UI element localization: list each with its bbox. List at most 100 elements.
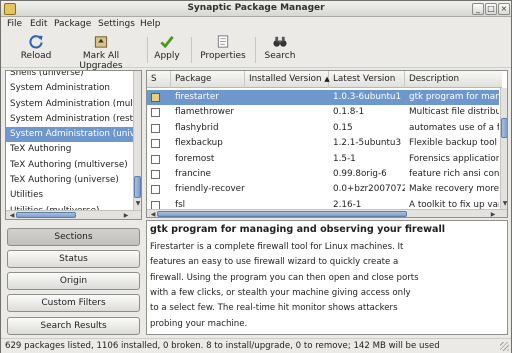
description-title: gtk program for managing and observing y… — [150, 224, 446, 235]
package-vertical-scrollbar[interactable]: ▼ — [500, 88, 507, 210]
scroll-right-arrow-icon[interactable]: ▶ — [121, 212, 131, 219]
toolbar: Reload Mark All Upgrades Apply Propertie… — [1, 32, 511, 71]
package-row[interactable]: firestarter 1.0.3-6ubuntu1 gtk program for… — [147, 90, 499, 106]
title-bar: Synaptic Package Manager _ □ × — [1, 1, 511, 17]
binoculars-icon — [273, 36, 287, 47]
package-row[interactable]: foremost 1.5-1 Forensics application to re… — [147, 152, 499, 167]
description-line: Firestarter is a complete firewall tool … — [150, 242, 404, 252]
sections-list: Shells (universe) System Administration Sy… — [5, 70, 142, 220]
scrollbar-thumb[interactable] — [16, 212, 76, 218]
package-cell-description: feature rich ansi console — [409, 169, 499, 179]
package-list-header: S Package Installed Version ▲ Latest Ver… — [147, 71, 502, 88]
description-line: to a select few. The real-time hit monit… — [150, 303, 398, 314]
sections-filter-button[interactable]: Sections — [7, 228, 140, 246]
menu-file[interactable]: File — [7, 19, 22, 29]
scroll-down-arrow-icon[interactable]: ▼ — [500, 200, 507, 207]
package-description: gtk program for managing and observing y… — [146, 220, 508, 335]
scroll-right-arrow-icon[interactable]: ▶ — [488, 211, 498, 217]
package-row[interactable]: flexbackup 1.2.1-5ubuntu3 Flexible backup … — [147, 136, 499, 151]
mark-all-upgrades-button[interactable]: Mark All Upgrades — [61, 34, 141, 71]
package-cell-latest: 0.15 — [333, 122, 353, 133]
checkmark-icon — [160, 35, 174, 49]
package-cell-description: Multicast file distribution utility — [409, 107, 499, 118]
package-cell-description: Forensics application to recover data — [409, 153, 499, 164]
section-list-item[interactable]: Utilities — [6, 188, 134, 203]
package-cell-description: Make recovery more user-friendly — [409, 184, 499, 195]
package-row[interactable]: friendly-recovery 0.0+bzr20070723 Make rec… — [147, 182, 499, 197]
package-cell-package: firestarter — [175, 92, 219, 102]
description-line: probing your machine. — [150, 318, 248, 329]
package-row[interactable]: francine 0.99.8orig-6 feature rich ansi co… — [147, 167, 499, 182]
column-header-latest-version[interactable]: Latest Version — [329, 71, 405, 88]
package-cell-description: gtk program for managing and observing y… — [409, 92, 499, 102]
section-list-item[interactable]: System Administration (multiverse) — [6, 97, 134, 112]
status-text: 629 packages listed, 1106 installed, 0 b… — [5, 341, 440, 351]
custom-filters-button[interactable]: Custom Filters — [7, 294, 140, 312]
close-button[interactable]: × — [498, 3, 510, 15]
minimize-button[interactable]: _ — [472, 3, 484, 15]
menu-edit[interactable]: Edit — [30, 19, 47, 29]
package-cell-description: Flexible backup tool for small to medium… — [409, 138, 499, 149]
package-cell-latest: 1.0.3-6ubuntu1 — [333, 92, 402, 102]
properties-icon — [217, 35, 229, 48]
reload-icon — [29, 35, 43, 49]
section-list-item[interactable]: System Administration (universe) — [6, 127, 134, 143]
toolbar-separator — [147, 37, 148, 63]
section-list-item[interactable]: TeX Authoring (universe) — [6, 173, 134, 188]
package-list: S Package Installed Version ▲ Latest Ver… — [146, 70, 508, 218]
menu-package[interactable]: Package — [54, 19, 91, 29]
sections-horizontal-scrollbar[interactable]: ◀ ▶ — [6, 210, 141, 219]
origin-filter-button[interactable]: Origin — [7, 272, 140, 290]
menu-settings[interactable]: Settings — [98, 19, 135, 29]
scrollbar-thumb[interactable] — [134, 176, 141, 198]
package-cell-package: flamethrower — [175, 107, 234, 118]
scrollbar-thumb[interactable] — [157, 211, 407, 217]
package-cell-package: flexbackup — [175, 138, 223, 149]
not-installed-checkbox[interactable] — [151, 123, 160, 133]
reload-button[interactable]: Reload — [19, 34, 53, 66]
menu-bar: File Edit Package Settings Help — [1, 17, 511, 32]
section-list-item[interactable]: TeX Authoring — [6, 142, 134, 157]
window-title: Synaptic Package Manager — [187, 3, 325, 13]
sections-vertical-scrollbar[interactable]: ▼ — [133, 71, 141, 210]
column-header-status[interactable]: S — [147, 71, 171, 88]
package-row[interactable]: flashybrid 0.15 automates use of a flash d… — [147, 121, 499, 136]
column-header-installed-version[interactable]: Installed Version ▲ — [245, 71, 330, 88]
properties-button[interactable]: Properties — [199, 34, 247, 66]
maximize-button[interactable]: □ — [485, 3, 497, 15]
search-results-button[interactable]: Search Results — [7, 317, 140, 335]
section-list-item[interactable]: System Administration — [6, 81, 134, 96]
scrollbar-thumb[interactable] — [501, 118, 507, 138]
not-installed-checkbox[interactable] — [151, 108, 160, 118]
resize-grip-icon[interactable] — [500, 342, 509, 351]
column-header-package[interactable]: Package — [171, 71, 245, 88]
package-cell-latest: 0.99.8orig-6 — [333, 169, 387, 179]
package-row[interactable]: flamethrower 0.1.8-1 Multicast file distri… — [147, 105, 499, 120]
section-list-item[interactable]: Shells (universe) — [6, 71, 134, 81]
description-line: with a few clicks, or stealth your machi… — [150, 287, 411, 298]
status-bar: 629 packages listed, 1106 installed, 0 b… — [1, 338, 511, 353]
not-installed-checkbox[interactable] — [151, 170, 160, 179]
not-installed-checkbox[interactable] — [151, 154, 160, 164]
search-button[interactable]: Search — [263, 34, 297, 66]
toolbar-separator — [255, 37, 256, 63]
description-line: firewall. Using the program you can then… — [150, 272, 419, 283]
marked-install-icon[interactable] — [151, 93, 160, 102]
menu-help[interactable]: Help — [140, 19, 161, 29]
upgrade-icon — [94, 36, 108, 48]
package-cell-latest: 1.5-1 — [333, 153, 356, 164]
section-list-item[interactable]: TeX Authoring (multiverse) — [6, 158, 134, 173]
column-header-description[interactable]: Description — [405, 71, 502, 88]
section-list-item[interactable]: System Administration (restricted) — [6, 112, 134, 127]
description-line: features an easy to use firewall wizard … — [150, 257, 399, 268]
package-horizontal-scrollbar[interactable]: ◀ ▶ — [147, 209, 507, 217]
toolbar-separator — [191, 37, 192, 63]
scroll-down-arrow-icon[interactable]: ▼ — [133, 200, 141, 207]
not-installed-checkbox[interactable] — [151, 185, 160, 195]
package-cell-latest: 0.0+bzr20070723 — [333, 184, 405, 195]
apply-button[interactable]: Apply — [153, 34, 181, 66]
status-filter-button[interactable]: Status — [7, 250, 140, 268]
not-installed-checkbox[interactable] — [151, 139, 160, 149]
package-cell-package: francine — [175, 169, 211, 179]
synaptic-window: Synaptic Package Manager _ □ × File Edit… — [0, 0, 512, 353]
